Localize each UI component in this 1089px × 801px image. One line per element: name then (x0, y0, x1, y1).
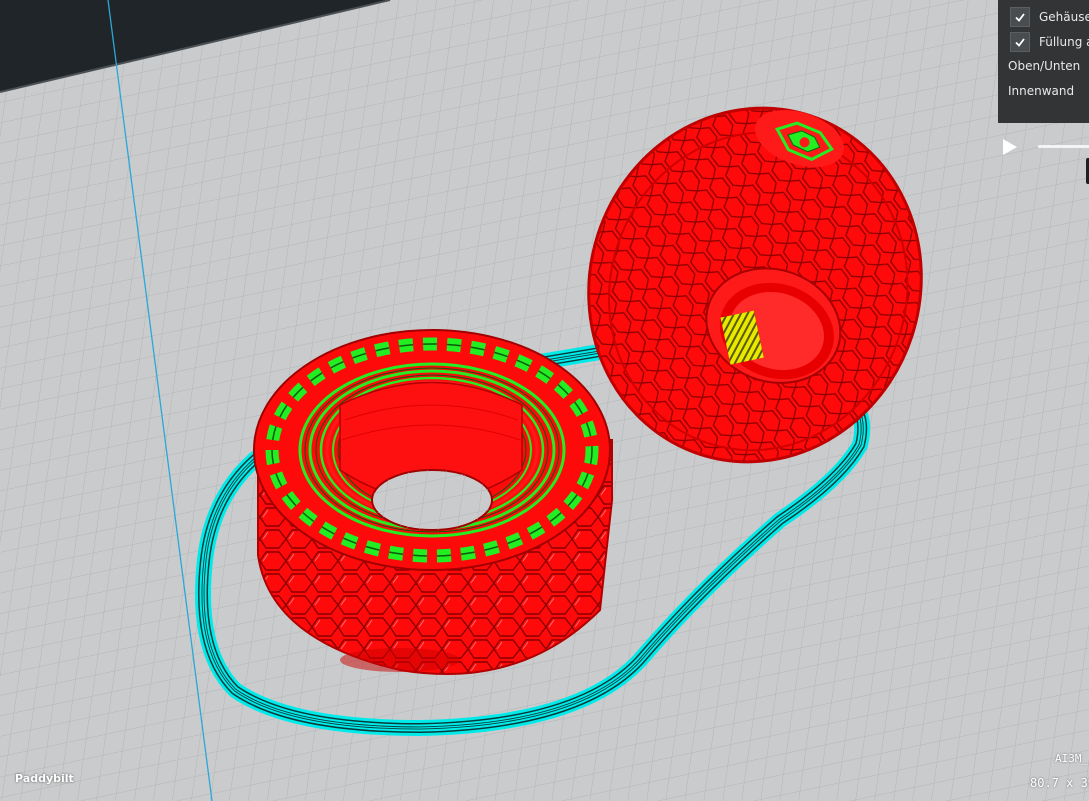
printer-name[interactable]: AI3M_ (1055, 752, 1088, 765)
shell-checkbox[interactable] (1010, 7, 1030, 27)
layer-slider-track[interactable] (1038, 145, 1089, 148)
legend-label-infill: Füllung an (1039, 35, 1089, 49)
legend-label-inner-wall: Innenwand (1008, 84, 1075, 98)
legend-item-inner-wall: Innenwand (1008, 80, 1074, 102)
legend-item-infill[interactable]: Füllung an (1010, 31, 1089, 53)
checkmark-icon (1015, 38, 1025, 47)
checkmark-icon (1015, 13, 1025, 22)
play-icon[interactable] (1000, 137, 1020, 157)
left-tire (253, 329, 613, 675)
infill-checkbox[interactable] (1010, 32, 1030, 52)
layer-view-legend-panel: Gehäuse Füllung an Oben/Unten Innenwand (998, 0, 1089, 123)
model-dimensions: 80.7 x 39 (1030, 776, 1089, 790)
3d-viewport[interactable] (0, 0, 1089, 801)
legend-label-top-bottom: Oben/Unten (1008, 59, 1081, 73)
legend-label-shell: Gehäuse (1039, 10, 1089, 24)
username-label: Paddybilt (15, 772, 74, 785)
legend-item-shell[interactable]: Gehäuse (1010, 6, 1089, 28)
legend-item-top-bottom: Oben/Unten (1008, 55, 1080, 77)
